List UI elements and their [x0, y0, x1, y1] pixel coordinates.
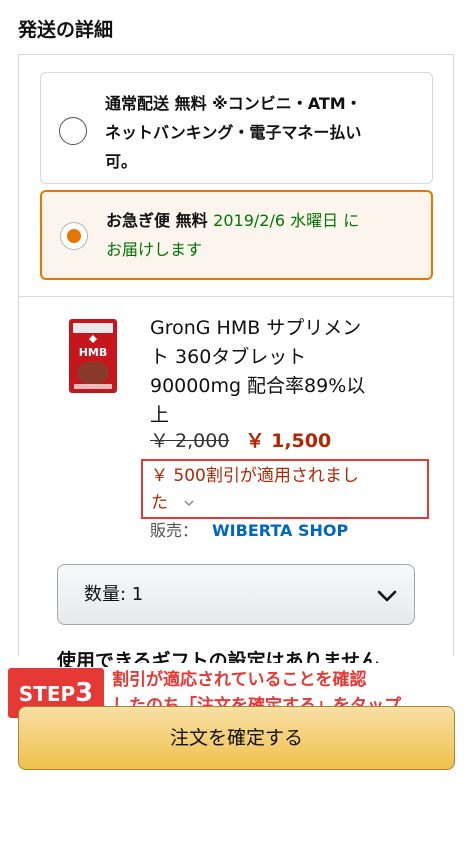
chevron-down-icon — [377, 590, 397, 602]
shipping-option-express[interactable]: お急ぎ便 無料 2019/2/6 水曜日 に お届けします — [40, 190, 433, 280]
seller-label: 販売： — [150, 521, 199, 540]
confirm-order-label: 注文を確定する — [169, 727, 303, 749]
seller-link[interactable]: WIBERTA SHOP — [212, 521, 348, 540]
seller-info: 販売： WIBERTA SHOP — [150, 518, 348, 544]
quantity-dropdown[interactable]: 数量: 1 — [57, 564, 415, 625]
section-title: 発送の詳細 — [18, 19, 114, 41]
express-delivery-date: 2019/2/6 水曜日 に — [213, 211, 360, 230]
product-title-line4: 上 — [150, 404, 170, 426]
chevron-down-icon[interactable] — [183, 498, 195, 508]
price-row: ￥ 2,000 ￥ 1,500 — [150, 428, 331, 454]
product-title-line1: GronG HMB サプリメン — [150, 317, 362, 339]
annotation-line1: 割引が適応されていることを確認 — [112, 670, 367, 690]
shipping-option-standard-label: 通常配送 無料 ※コンビニ・ATM・ ネットバンキング・電子マネー払い 可。 — [105, 89, 420, 176]
product-title[interactable]: GronG HMB サプリメン ト 360タブレット 90000mg 配合率89… — [150, 314, 450, 430]
step-badge-prefix: STEP — [18, 682, 76, 706]
step-badge-number: 3 — [75, 678, 94, 708]
original-price: ￥ 2,000 — [150, 430, 230, 452]
standard-label-line2: ネットバンキング・電子マネー払い — [105, 123, 362, 142]
radio-button-unselected[interactable] — [59, 117, 87, 145]
discount-text[interactable]: ￥ 500割引が適用されまし た — [151, 463, 427, 517]
product-image[interactable]: HMB — [68, 318, 118, 394]
radio-button-selected[interactable] — [60, 222, 88, 250]
express-label-line2: お届けします — [106, 240, 203, 259]
express-label-line1: お急ぎ便 無料 2019/2/6 水曜日 に — [106, 206, 419, 235]
discount-text-line1: ￥ 500割引が適用されまし — [151, 466, 359, 486]
standard-label-line1: 通常配送 無料 ※コンビニ・ATM・ — [105, 94, 362, 113]
panel-divider — [19, 296, 453, 297]
shipping-option-express-label: お急ぎ便 無料 2019/2/6 水曜日 に お届けします — [106, 206, 419, 264]
confirm-order-button[interactable]: 注文を確定する — [18, 706, 455, 770]
discounted-price: ￥ 1,500 — [245, 430, 332, 452]
discount-highlight-box: ￥ 500割引が適用されまし た — [141, 459, 429, 519]
radio-selected-dot — [67, 229, 81, 243]
discount-text-line2: た — [151, 490, 427, 517]
shipping-option-standard[interactable]: 通常配送 無料 ※コンビニ・ATM・ ネットバンキング・電子マネー払い 可。 — [40, 72, 433, 184]
product-image-label: HMB — [79, 346, 108, 359]
product-title-line3: 90000mg 配合率89%以 — [150, 375, 366, 397]
quantity-label: 数量: 1 — [84, 584, 144, 605]
discount-text-line2-label: た — [151, 493, 168, 513]
express-label-bold: お急ぎ便 無料 — [106, 211, 208, 230]
product-title-line2: ト 360タブレット — [150, 346, 307, 368]
standard-label-line3: 可。 — [105, 152, 138, 171]
